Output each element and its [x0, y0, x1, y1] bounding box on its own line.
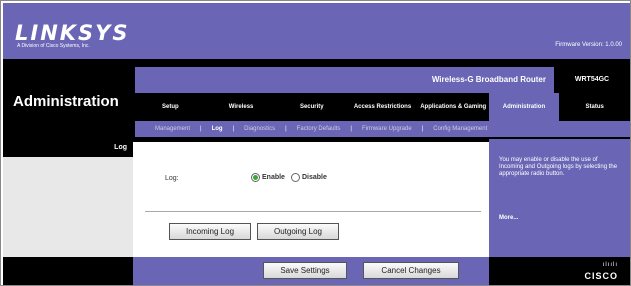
section-label: Log	[114, 144, 127, 151]
subtab-separator: |	[350, 126, 352, 132]
product-bar: Wireless-G Broadband Router WRT54GC	[135, 67, 630, 93]
footer-right: ılıılı CISCO	[489, 257, 630, 285]
log-label: Log:	[165, 175, 179, 182]
model-number: WRT54GC	[554, 67, 630, 93]
panel-top-border	[133, 139, 489, 142]
tab-wireless[interactable]: Wireless	[206, 93, 277, 121]
cisco-logo: CISCO	[584, 271, 618, 281]
subtab-config-management[interactable]: Config Management	[427, 126, 493, 132]
subtab-log[interactable]: Log	[206, 126, 229, 132]
subtab-separator: |	[232, 126, 235, 132]
log-enable-radio[interactable]	[251, 173, 260, 182]
firmware-version: Firmware Version: 1.0.00	[555, 42, 622, 48]
navigation-band: Administration Wireless-G Broadband Rout…	[3, 59, 630, 139]
subtab-factory-defaults[interactable]: Factory Defaults	[291, 126, 347, 132]
subtab-management[interactable]: Management	[149, 126, 196, 132]
log-enable-label[interactable]: Enable	[262, 174, 285, 181]
tab-administration[interactable]: Administration	[488, 93, 560, 121]
incoming-log-button[interactable]: Incoming Log	[169, 223, 251, 240]
panel-divider	[145, 211, 481, 212]
footer-left	[3, 257, 133, 285]
cisco-bars-icon: ılıılı	[602, 262, 618, 268]
subtab-diagnostics[interactable]: Diagnostics	[238, 126, 281, 132]
tab-security[interactable]: Security	[276, 93, 347, 121]
logo-tagline: A Division of Cisco Systems, Inc.	[17, 43, 90, 49]
cancel-changes-button[interactable]: Cancel Changes	[363, 262, 459, 279]
subtab-separator: |	[200, 126, 202, 132]
subtab-separator: |	[285, 126, 287, 132]
router-admin-frame: LINKSYS A Division of Cisco Systems, Inc…	[0, 0, 631, 286]
subtab-separator: |	[421, 126, 424, 132]
outgoing-log-button[interactable]: Outgoing Log	[257, 223, 339, 240]
log-settings-panel: Log: Enable Disable Incoming Log Outgoin…	[133, 139, 489, 257]
product-name: Wireless-G Broadband Router	[431, 75, 546, 84]
tab-setup[interactable]: Setup	[135, 93, 206, 121]
help-text: You may enable or disable the use of Inc…	[499, 157, 618, 177]
linksys-logo: LINKSYS	[15, 21, 130, 45]
more-link[interactable]: More...	[499, 215, 518, 221]
log-disable-label[interactable]: Disable	[302, 174, 327, 181]
log-disable-radio[interactable]	[290, 173, 300, 182]
subtab-firmware-upgrade[interactable]: Firmware Upgrade	[356, 126, 418, 132]
brand-header: LINKSYS A Division of Cisco Systems, Inc…	[3, 3, 630, 59]
section-sidebar: Log	[3, 139, 133, 257]
main-tabs: Setup Wireless Security Access Restricti…	[135, 93, 630, 121]
section-header: Log	[3, 139, 133, 157]
tab-access-restrictions[interactable]: Access Restrictions	[347, 93, 418, 121]
footer-actions: Save Settings Cancel Changes	[133, 257, 489, 285]
save-settings-button[interactable]: Save Settings	[263, 262, 347, 279]
tab-applications-gaming[interactable]: Applications & Gaming	[418, 93, 489, 121]
help-panel: You may enable or disable the use of Inc…	[489, 139, 630, 257]
tab-status[interactable]: Status	[559, 93, 630, 121]
sub-tabs: Management | Log | Diagnostics | Factory…	[135, 121, 630, 137]
log-radio-group: Enable Disable	[251, 173, 333, 182]
page-title: Administration	[13, 93, 119, 110]
